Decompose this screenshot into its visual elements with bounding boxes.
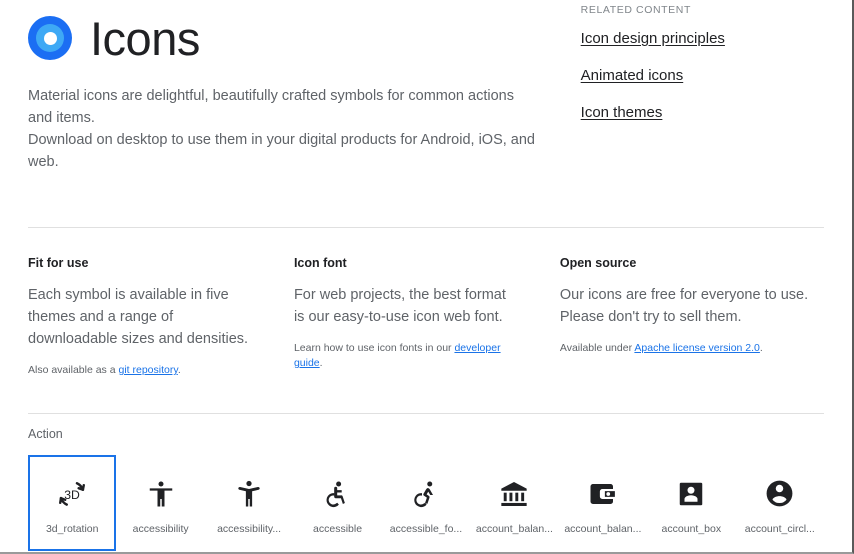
- page-title: Icons: [90, 11, 200, 65]
- icon-cell-account-balance-wallet[interactable]: account_balan...: [559, 455, 647, 551]
- feature-note-prefix: Available under: [559, 342, 635, 354]
- related-content-panel: RELATED CONTENT Icon design principles A…: [569, 0, 852, 173]
- account-balance-wallet-icon: [581, 472, 625, 516]
- accessible-icon: [316, 472, 360, 516]
- feature-body: Our icons are free for everyone to use. …: [559, 287, 809, 325]
- account-circle-icon: [758, 472, 802, 516]
- icon-cell-accessible-forward[interactable]: accessible_fo...: [382, 455, 470, 551]
- icon-cell-3d-rotation[interactable]: 3D 3d_rotation: [28, 455, 117, 551]
- feature-note-prefix: Also available as a: [28, 364, 119, 376]
- hero-description: Material icons are delightful, beautiful…: [28, 85, 541, 173]
- icon-cell-account-balance[interactable]: account_balan...: [470, 455, 558, 551]
- feature-column-fit-for-use: Fit for use Each symbol is available in …: [28, 256, 294, 378]
- icon-label: account_balan...: [475, 522, 553, 535]
- feature-note-prefix: Learn how to use icon fonts in our: [293, 342, 455, 354]
- hero-left: Icons Material icons are delightful, bea…: [0, 0, 569, 173]
- hero-description-line-1: Material icons are delightful, beautiful…: [28, 88, 514, 126]
- svg-text:3D: 3D: [64, 487, 80, 501]
- feature-note-suffix: .: [177, 364, 181, 376]
- icon-label: accessible: [313, 522, 363, 535]
- feature-column-open-source: Open source Our icons are free for every…: [560, 256, 824, 378]
- title-row: Icons: [28, 8, 541, 68]
- icon-label: accessible_fo...: [389, 522, 463, 535]
- icon-label: accessibility...: [217, 522, 282, 535]
- hero-description-line-2: Download on desktop to use them in your …: [28, 132, 535, 170]
- feature-body: Each symbol is available in five themes …: [28, 287, 249, 347]
- feature-note: Also available as a git repository.: [28, 363, 252, 378]
- icon-grid-row-1: 3D 3d_rotation accessibility accessibili…: [28, 455, 824, 551]
- feature-title: Fit for use: [28, 256, 89, 270]
- related-content-label: RELATED CONTENT: [580, 4, 691, 16]
- feature-note-suffix: .: [319, 357, 323, 369]
- account-box-icon: [669, 472, 713, 516]
- icon-label: account_balan...: [564, 522, 642, 535]
- icons-logo-circle-icon: [28, 16, 72, 60]
- icon-label: account_circl...: [744, 522, 815, 535]
- icon-label: account_box: [661, 522, 722, 535]
- related-link-animated-icons[interactable]: Animated icons: [581, 67, 830, 84]
- icon-cell-accessibility[interactable]: accessibility: [116, 455, 204, 551]
- icon-label: 3d_rotation: [45, 522, 99, 535]
- feature-body: For web projects, the best format is our…: [293, 287, 506, 325]
- accessibility-icon: [139, 472, 183, 516]
- accessible-forward-icon: [404, 472, 448, 516]
- git-repository-link[interactable]: git repository: [118, 364, 177, 376]
- icon-label: accessibility: [132, 522, 189, 535]
- account-balance-icon: [492, 472, 536, 516]
- feature-note-suffix: .: [759, 342, 763, 354]
- related-link-icon-themes[interactable]: Icon themes: [581, 104, 830, 121]
- feature-note: Learn how to use icon fonts in our devel…: [294, 341, 518, 371]
- feature-title: Icon font: [293, 256, 347, 270]
- icon-cell-account-circle[interactable]: account_circl...: [736, 455, 824, 551]
- icon-cell-accessibility-new[interactable]: accessibility...: [205, 455, 293, 551]
- feature-column-icon-font: Icon font For web projects, the best for…: [294, 256, 560, 378]
- feature-note: Available under Apache license version 2…: [560, 341, 824, 356]
- apache-license-link[interactable]: Apache license version 2.0: [634, 342, 760, 354]
- features-section: Fit for use Each symbol is available in …: [0, 228, 852, 378]
- 3d-rotation-icon: 3D: [50, 472, 94, 516]
- accessibility-new-icon: [227, 472, 271, 516]
- icon-cell-account-box[interactable]: account_box: [647, 455, 735, 551]
- related-link-icon-design-principles[interactable]: Icon design principles: [581, 30, 830, 47]
- icon-cell-accessible[interactable]: accessible: [293, 455, 381, 551]
- feature-title: Open source: [559, 256, 637, 270]
- category-label-action: Action: [28, 427, 63, 441]
- hero-section: Icons Material icons are delightful, bea…: [0, 0, 852, 173]
- icon-grid-section: Action 3D 3d_rotation accessibility acce…: [0, 414, 852, 552]
- icons-page: Icons Material icons are delightful, bea…: [0, 0, 854, 554]
